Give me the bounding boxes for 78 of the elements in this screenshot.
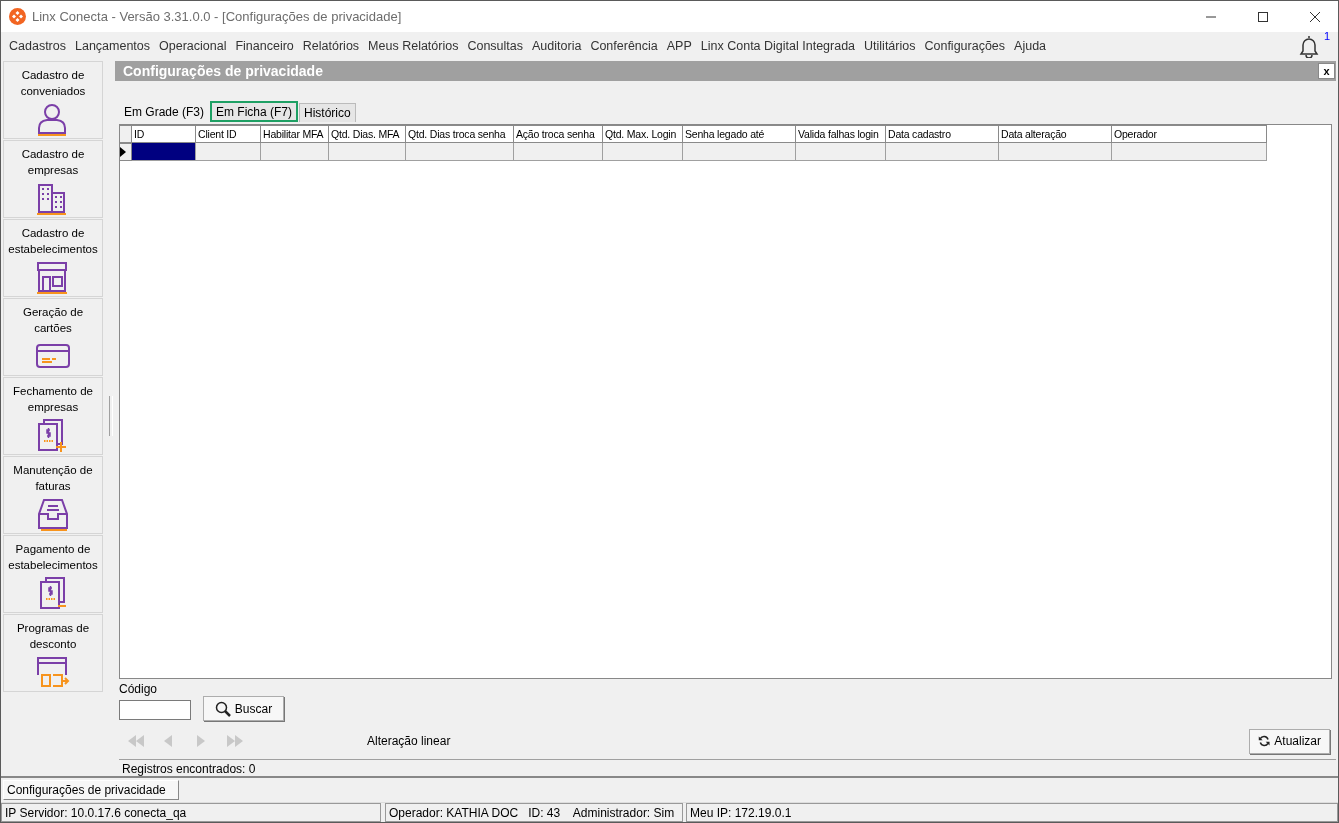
column-header[interactable]: Habilitar MFA	[261, 125, 329, 143]
menu-item[interactable]: Ajuda	[1014, 39, 1051, 53]
menu-item[interactable]: APP	[666, 39, 696, 53]
window-tab[interactable]: Configurações de privacidade	[3, 780, 179, 800]
menu-item[interactable]: Cadastros	[9, 39, 70, 53]
records-count: Registros encontrados: 0	[119, 759, 1336, 776]
menu-item[interactable]: Relatórios	[302, 39, 364, 53]
sidebar-shortcut[interactable]: Programas de desconto	[3, 614, 103, 692]
column-header[interactable]: Qtd. Dias troca senha	[406, 125, 514, 143]
panel-title: Configurações de privacidade	[123, 63, 323, 79]
column-header[interactable]: Qtd. Max. Login	[603, 125, 683, 143]
status-field: Meu IP: 172.19.0.1	[686, 803, 1338, 822]
table-cell[interactable]	[796, 143, 886, 161]
menu-item[interactable]: Operacional	[159, 39, 231, 53]
window-title: Linx Conecta - Versão 3.31.0.0 - [Configurações de privacidade]	[32, 9, 403, 24]
maximize-icon	[1257, 10, 1269, 23]
refresh-button[interactable]: Atualizar	[1249, 728, 1330, 754]
shortcut-label: Manutenção de faturas	[12, 463, 94, 494]
column-header[interactable]: ID	[132, 125, 196, 143]
column-header[interactable]: Senha legado até	[683, 125, 796, 143]
table-cell[interactable]	[406, 143, 514, 161]
sidebar-shortcut[interactable]: Geração de cartões	[3, 298, 103, 376]
menu-item[interactable]: Lançamentos	[75, 39, 155, 53]
shortcut-label: Cadastro de empresas	[20, 147, 86, 178]
menu-item[interactable]: Financeiro	[235, 39, 298, 53]
splitter-grip[interactable]	[109, 396, 113, 436]
menu-item[interactable]: Utilitários	[864, 39, 920, 53]
code-label: Código	[119, 682, 159, 696]
table-cell[interactable]	[886, 143, 999, 161]
close-icon	[1309, 10, 1321, 23]
shortcut-label: Geração de cartões	[21, 305, 85, 336]
menu-item[interactable]: Conferência	[590, 39, 662, 53]
tray-icon	[35, 497, 71, 533]
menu-item[interactable]: Linx Conta Digital Integrada	[700, 39, 860, 53]
app-logo-icon	[9, 8, 26, 25]
table-cell[interactable]	[329, 143, 406, 161]
sidebar-shortcut[interactable]: Cadastro de estabelecimentos	[3, 219, 103, 297]
column-header[interactable]: Client ID	[196, 125, 261, 143]
code-field[interactable]	[119, 699, 191, 720]
menu-item[interactable]: Consultas	[467, 39, 528, 53]
shortcut-label: Pagamento de estabelecimentos	[7, 542, 99, 573]
table-cell[interactable]	[683, 143, 796, 161]
sidebar-shortcut[interactable]: Pagamento de estabelecimentos	[3, 535, 103, 613]
column-header[interactable]: Ação troca senha	[514, 125, 603, 143]
sidebar-shortcut[interactable]: Cadastro de empresas	[3, 140, 103, 218]
menu-item[interactable]: Auditoria	[532, 39, 586, 53]
column-header[interactable]: Operador	[1112, 125, 1267, 143]
sidebar-shortcut[interactable]: Fechamento de empresas	[3, 377, 103, 455]
sidebar-shortcut[interactable]: Manutenção de faturas	[3, 456, 103, 534]
column-header[interactable]: Data alteração	[999, 125, 1112, 143]
column-header[interactable]: Data cadastro	[886, 125, 999, 143]
table-cell[interactable]	[261, 143, 329, 161]
table-cell[interactable]	[603, 143, 683, 161]
notification-count: 1	[1323, 30, 1330, 42]
column-header[interactable]: Qtd. Dias. MFA	[329, 125, 406, 143]
shortcut-label: Cadastro de estabelecimentos	[7, 226, 99, 257]
sidebar-shortcut[interactable]: Cadastro de conveniados	[3, 61, 103, 139]
menu-item[interactable]: Configurações	[924, 39, 1010, 53]
table-cell[interactable]	[132, 143, 196, 161]
tab[interactable]: Em Ficha (F7)	[210, 101, 299, 122]
linear-edit-label[interactable]: Alteração linear	[367, 734, 1249, 748]
table-cell[interactable]	[514, 143, 603, 161]
shortcut-label: Cadastro de conveniados	[19, 68, 87, 99]
search-icon	[214, 700, 231, 717]
tab[interactable]: Histórico	[299, 103, 356, 122]
shortcut-label: Fechamento de empresas	[12, 384, 94, 415]
table-cell[interactable]	[196, 143, 261, 161]
menu-item[interactable]: Meus Relatórios	[368, 39, 463, 53]
status-field: Operador: KATHIA DOC ID: 43 Administrador: Sim	[385, 803, 683, 822]
shortcut-label: Programas de desconto	[15, 621, 91, 652]
bell-icon[interactable]	[1298, 34, 1320, 58]
table-cell[interactable]	[1112, 143, 1267, 161]
close-button[interactable]: x	[1318, 63, 1335, 79]
table-cell[interactable]	[999, 143, 1112, 161]
search-button[interactable]: Buscar	[203, 696, 284, 721]
refresh-icon	[1258, 733, 1271, 749]
status-field: IP Servidor: 10.0.17.6 conecta_qa	[1, 803, 381, 822]
column-header[interactable]: Valida falhas login	[796, 125, 886, 143]
